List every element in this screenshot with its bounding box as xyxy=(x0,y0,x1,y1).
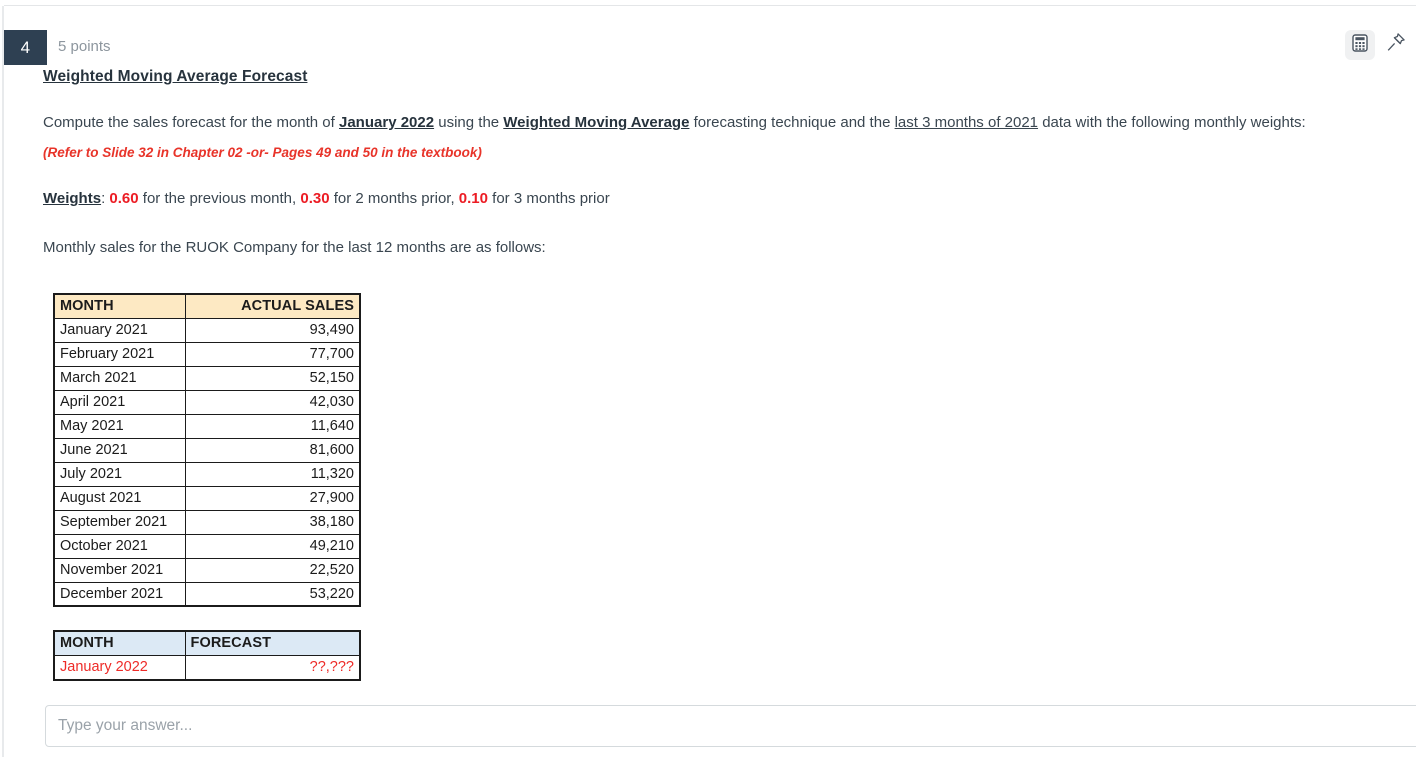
question-number-badge: 4 xyxy=(4,30,47,65)
prompt-text-1: Compute the sales forecast for the month… xyxy=(43,114,339,131)
table-row: October 2021 49,210 xyxy=(53,533,361,559)
weight-text-1: for the previous month, xyxy=(138,190,301,207)
weight-value-3: 0.10 xyxy=(458,190,488,207)
calculator-icon xyxy=(1352,33,1368,57)
cell-month: May 2021 xyxy=(53,413,186,439)
cell-value: 93,490 xyxy=(184,317,361,343)
table-row: March 2021 52,150 xyxy=(53,365,361,391)
question-prompt: Compute the sales forecast for the month… xyxy=(43,112,1373,133)
cell-value: 38,180 xyxy=(184,509,361,535)
top-divider xyxy=(4,5,1416,6)
forecast-header-month: MONTH xyxy=(53,630,186,656)
cell-value: 52,150 xyxy=(184,365,361,391)
cell-month: December 2021 xyxy=(53,581,186,607)
table-row: January 2022??,??? xyxy=(53,654,361,681)
table-row: November 2021 22,520 xyxy=(53,557,361,583)
cell-value: 53,220 xyxy=(184,581,361,607)
cell-value: ??,??? xyxy=(184,654,361,681)
question-points-label: 5 points xyxy=(58,38,111,55)
table-row: September 2021 38,180 xyxy=(53,509,361,535)
cell-value: 49,210 xyxy=(184,533,361,559)
cell-month: November 2021 xyxy=(53,557,186,583)
cell-value: 11,320 xyxy=(184,461,361,487)
cell-month: August 2021 xyxy=(53,485,186,511)
left-divider xyxy=(2,6,4,757)
cell-month: January 2021 xyxy=(53,317,186,343)
question-title: Weighted Moving Average Forecast xyxy=(43,68,308,85)
prompt-text-4: data with the following monthly weights: xyxy=(1038,114,1306,131)
table-row: August 2021 27,900 xyxy=(53,485,361,511)
reference-note: (Refer to Slide 32 in Chapter 02 -or- Pa… xyxy=(43,145,482,160)
table-row: July 2021 11,320 xyxy=(53,461,361,487)
cell-month: March 2021 xyxy=(53,365,186,391)
cell-month: July 2021 xyxy=(53,461,186,487)
sales-header-month: MONTH xyxy=(53,293,186,319)
table-row: December 2021 53,220 xyxy=(53,581,361,607)
cell-month: June 2021 xyxy=(53,437,186,463)
cell-value: 27,900 xyxy=(184,485,361,511)
weight-value-1: 0.60 xyxy=(109,190,139,207)
cell-value: 77,700 xyxy=(184,341,361,367)
cell-value: 22,520 xyxy=(184,557,361,583)
cell-value: 11,640 xyxy=(184,413,361,439)
cell-month: October 2021 xyxy=(53,533,186,559)
table-row: April 2021 42,030 xyxy=(53,389,361,415)
prompt-text-2: using the xyxy=(434,114,504,131)
forecast-header-forecast: FORECAST xyxy=(184,630,361,656)
table-header-row: MONTH FORECAST xyxy=(53,630,361,656)
table-row: February 2021 77,700 xyxy=(53,341,361,367)
cell-month: February 2021 xyxy=(53,341,186,367)
question-page: 4 5 points Weighted Moving Average Forec… xyxy=(0,0,1416,757)
sales-header-actual-sales: ACTUAL SALES xyxy=(184,293,361,319)
cell-value: 81,600 xyxy=(184,437,361,463)
actual-sales-table: MONTH ACTUAL SALES January 2021 93,490 Feb… xyxy=(53,293,361,607)
sales-table-body: January 2021 93,490 February 2021 77,700 Mar… xyxy=(53,317,361,607)
pushpin-icon xyxy=(1386,32,1406,58)
forecast-table: MONTH FORECAST January 2022??,??? xyxy=(53,630,361,681)
table-row: June 2021 81,600 xyxy=(53,437,361,463)
cell-value: 42,030 xyxy=(184,389,361,415)
calculator-button[interactable] xyxy=(1345,30,1375,60)
cell-month: April 2021 xyxy=(53,389,186,415)
answer-input[interactable] xyxy=(45,705,1416,747)
table-header-row: MONTH ACTUAL SALES xyxy=(53,293,361,319)
cell-month: September 2021 xyxy=(53,509,186,535)
weights-line: Weights: 0.60 for the previous month, 0.… xyxy=(43,190,1383,207)
prompt-target-month: January 2022 xyxy=(339,114,435,131)
pin-question-button[interactable] xyxy=(1384,32,1408,58)
prompt-text-3: forecasting technique and the xyxy=(689,114,895,131)
prompt-technique: Weighted Moving Average xyxy=(503,114,690,131)
weight-value-2: 0.30 xyxy=(300,190,330,207)
prompt-data-range: last 3 months of 2021 xyxy=(894,114,1039,131)
table-row: January 2021 93,490 xyxy=(53,317,361,343)
weight-text-2: for 2 months prior, xyxy=(329,190,459,207)
weight-text-3: for 3 months prior xyxy=(488,190,610,207)
cell-month: January 2022 xyxy=(53,654,186,681)
question-content: Weighted Moving Average Forecast Compute… xyxy=(43,68,1383,256)
header-tools xyxy=(1345,30,1408,60)
forecast-table-body: January 2022??,??? xyxy=(53,654,361,681)
weights-label: Weights xyxy=(43,190,102,207)
table-row: May 2021 11,640 xyxy=(53,413,361,439)
sales-intro-line: Monthly sales for the RUOK Company for t… xyxy=(43,239,546,256)
